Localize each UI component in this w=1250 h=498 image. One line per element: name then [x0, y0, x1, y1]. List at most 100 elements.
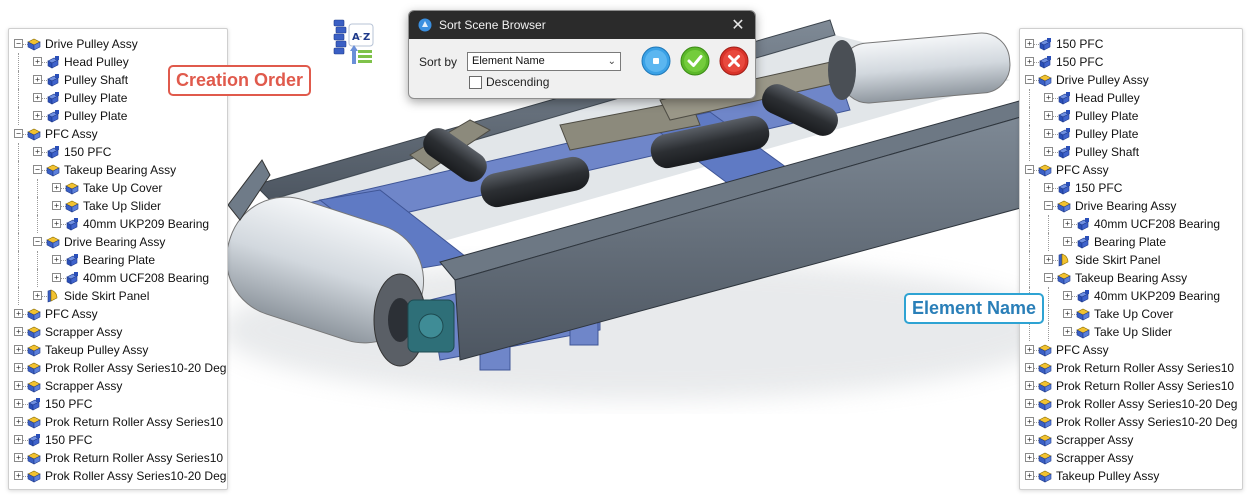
expand-icon[interactable]: + [33, 57, 42, 66]
tree-item-label[interactable]: Take Up Cover [1094, 307, 1173, 321]
tree-item-label[interactable]: PFC Assy [45, 127, 98, 141]
collapse-icon[interactable]: − [14, 129, 23, 138]
expand-icon[interactable]: + [14, 435, 23, 444]
tree-item-label[interactable]: PFC Assy [45, 307, 98, 321]
expand-icon[interactable]: + [52, 183, 61, 192]
creation-order-tree-item[interactable]: + Pulley Plate [9, 107, 227, 125]
tree-item-label[interactable]: Drive Bearing Assy [64, 235, 165, 249]
cancel-button[interactable] [719, 46, 749, 76]
tree-item-label[interactable]: Takeup Pulley Assy [1056, 469, 1159, 483]
tree-item-label[interactable]: Prok Return Roller Assy Series10 [45, 451, 223, 465]
element-name-tree-item[interactable]: + Takeup Pulley Assy [1020, 467, 1242, 485]
expand-icon[interactable]: + [1063, 237, 1072, 246]
element-name-tree-item[interactable]: +40mm UCF208 Bearing [1020, 215, 1242, 233]
expand-icon[interactable]: + [52, 219, 61, 228]
tree-item-label[interactable]: PFC Assy [1056, 163, 1109, 177]
collapse-icon[interactable]: − [1044, 273, 1053, 282]
tree-item-label[interactable]: Scrapper Assy [45, 325, 122, 339]
tree-item-label[interactable]: 40mm UKP209 Bearing [83, 217, 209, 231]
creation-order-tree-item[interactable]: − Takeup Bearing Assy [9, 161, 227, 179]
element-name-tree-item[interactable]: + Pulley Shaft [1020, 143, 1242, 161]
tree-item-label[interactable]: 150 PFC [1056, 37, 1103, 51]
tree-item-label[interactable]: Prok Return Roller Assy Series10 [45, 415, 223, 429]
element-name-tree-item[interactable]: − Takeup Bearing Assy [1020, 269, 1242, 287]
creation-order-tree-item[interactable]: + Bearing Plate [9, 251, 227, 269]
tree-item-label[interactable]: 40mm UKP209 Bearing [1094, 289, 1220, 303]
tree-item-label[interactable]: Prok Roller Assy Series10-20 Deg [45, 361, 226, 375]
expand-icon[interactable]: + [1025, 435, 1034, 444]
expand-icon[interactable]: + [33, 93, 42, 102]
creation-order-tree-item[interactable]: +150 PFC [9, 143, 227, 161]
creation-order-tree-item[interactable]: + Prok Return Roller Assy Series10 [9, 413, 227, 431]
expand-icon[interactable]: + [1025, 399, 1034, 408]
expand-icon[interactable]: + [1025, 453, 1034, 462]
element-name-tree-item[interactable]: + Prok Roller Assy Series10-20 Deg [1020, 395, 1242, 413]
expand-icon[interactable]: + [14, 363, 23, 372]
element-name-tree-item[interactable]: − PFC Assy [1020, 161, 1242, 179]
expand-icon[interactable]: + [52, 255, 61, 264]
expand-icon[interactable]: + [52, 273, 61, 282]
tree-item-label[interactable]: Take Up Slider [1094, 325, 1172, 339]
expand-icon[interactable]: + [1025, 471, 1034, 480]
dialog-titlebar[interactable]: Sort Scene Browser ✕ [409, 11, 755, 39]
tree-item-label[interactable]: 150 PFC [45, 397, 92, 411]
collapse-icon[interactable]: − [1025, 165, 1034, 174]
tree-item-label[interactable]: Take Up Slider [83, 199, 161, 213]
collapse-icon[interactable]: − [1044, 201, 1053, 210]
expand-icon[interactable]: + [1044, 255, 1053, 264]
expand-icon[interactable]: + [14, 309, 23, 318]
expand-icon[interactable]: + [1044, 93, 1053, 102]
expand-icon[interactable]: + [1063, 219, 1072, 228]
expand-icon[interactable]: + [1044, 183, 1053, 192]
expand-icon[interactable]: + [1044, 111, 1053, 120]
expand-icon[interactable]: + [14, 453, 23, 462]
expand-icon[interactable]: + [33, 75, 42, 84]
element-name-tree-item[interactable]: +40mm UKP209 Bearing [1020, 287, 1242, 305]
preview-button[interactable] [641, 46, 671, 76]
tree-item-label[interactable]: Head Pulley [1075, 91, 1140, 105]
tree-item-label[interactable]: Prok Roller Assy Series10-20 Deg [1056, 415, 1237, 429]
tree-item-label[interactable]: Pulley Plate [1075, 109, 1138, 123]
tree-item-label[interactable]: Pulley Shaft [1075, 145, 1139, 159]
expand-icon[interactable]: + [1025, 57, 1034, 66]
expand-icon[interactable]: + [33, 291, 42, 300]
expand-icon[interactable]: + [52, 201, 61, 210]
tree-item-label[interactable]: Prok Roller Assy Series10-20 Deg [1056, 397, 1237, 411]
element-name-tree-item[interactable]: +150 PFC [1020, 53, 1242, 71]
tree-item-label[interactable]: Drive Pulley Assy [45, 37, 138, 51]
element-name-tree-item[interactable]: + Head Pulley [1020, 89, 1242, 107]
sort-az-icon[interactable]: A - Z [330, 18, 378, 68]
tree-item-label[interactable]: Takeup Pulley Assy [45, 343, 148, 357]
expand-icon[interactable]: + [1025, 381, 1034, 390]
tree-item-label[interactable]: Take Up Cover [83, 181, 162, 195]
element-name-tree-item[interactable]: + Prok Return Roller Assy Series10 [1020, 359, 1242, 377]
tree-item-label[interactable]: PFC Assy [1056, 343, 1109, 357]
creation-order-tree-item[interactable]: + Prok Return Roller Assy Series10 [9, 449, 227, 467]
element-name-tree-item[interactable]: + Prok Return Roller Assy Series10 [1020, 377, 1242, 395]
creation-order-tree-item[interactable]: + Take Up Slider [9, 197, 227, 215]
expand-icon[interactable]: + [33, 147, 42, 156]
tree-item-label[interactable]: Pulley Plate [64, 91, 127, 105]
tree-item-label[interactable]: Scrapper Assy [1056, 451, 1133, 465]
element-name-tree-item[interactable]: + PFC Assy [1020, 341, 1242, 359]
creation-order-tree-item[interactable]: + Prok Roller Assy Series10-20 Deg [9, 467, 227, 485]
creation-order-tree-item[interactable]: − PFC Assy [9, 125, 227, 143]
creation-order-tree-item[interactable]: +150 PFC [9, 431, 227, 449]
expand-icon[interactable]: + [1044, 129, 1053, 138]
creation-order-tree-item[interactable]: +40mm UCF208 Bearing [9, 269, 227, 287]
expand-icon[interactable]: + [14, 399, 23, 408]
tree-item-label[interactable]: Bearing Plate [83, 253, 155, 267]
tree-item-label[interactable]: 40mm UCF208 Bearing [1094, 217, 1220, 231]
tree-item-label[interactable]: Pulley Plate [1075, 127, 1138, 141]
expand-icon[interactable]: + [1025, 39, 1034, 48]
expand-icon[interactable]: + [14, 381, 23, 390]
element-name-tree-item[interactable]: + Pulley Plate [1020, 125, 1242, 143]
expand-icon[interactable]: + [14, 327, 23, 336]
element-name-tree-item[interactable]: + Side Skirt Panel [1020, 251, 1242, 269]
element-name-tree-item[interactable]: +150 PFC [1020, 179, 1242, 197]
tree-item-label[interactable]: Drive Pulley Assy [1056, 73, 1149, 87]
tree-item-label[interactable]: Takeup Bearing Assy [1075, 271, 1187, 285]
collapse-icon[interactable]: − [14, 39, 23, 48]
tree-item-label[interactable]: Pulley Shaft [64, 73, 128, 87]
collapse-icon[interactable]: − [33, 165, 42, 174]
